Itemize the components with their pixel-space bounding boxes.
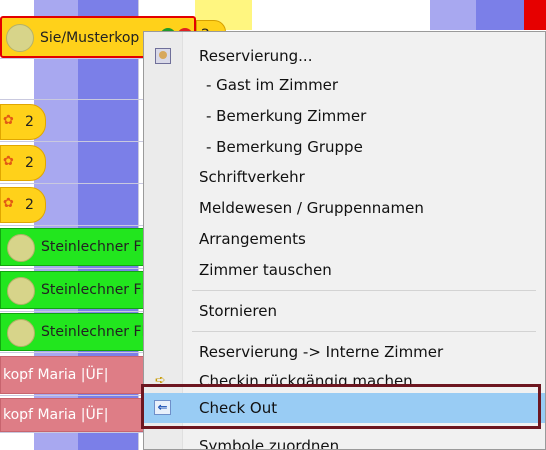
menu-item-remark-room[interactable]: - Bemerkung Zimmer <box>144 101 545 131</box>
booking-bar-red-top[interactable] <box>524 0 546 30</box>
booking-bar-pink[interactable]: kopf Maria |ÜF| <box>0 398 146 432</box>
menu-item-label: - Bemerkung Zimmer <box>206 107 367 125</box>
menu-item-cancel[interactable]: Stornieren <box>144 296 545 326</box>
booking-bar-pink[interactable]: kopf Maria |ÜF| <box>0 356 146 394</box>
menu-item-label: Stornieren <box>199 302 277 320</box>
booking-bar-green[interactable]: Steinlechner Fl <box>0 228 146 266</box>
menu-item-internal-rooms[interactable]: Reservierung -> Interne Zimmer <box>144 337 545 367</box>
menu-item-label: Arrangements <box>199 230 306 248</box>
guest-avatar-icon <box>7 319 35 347</box>
highlight-frame <box>141 384 541 429</box>
group-booking-bar[interactable]: ✿ 2 <box>0 145 46 181</box>
guest-avatar-icon <box>6 24 34 52</box>
booking-bar-green[interactable]: Steinlechner Fl <box>0 313 146 351</box>
menu-item-registration[interactable]: Meldewesen / Gruppennamen <box>144 193 545 223</box>
menu-item-reservation[interactable]: Reservierung... <box>144 41 545 71</box>
booking-bar-green[interactable]: Steinlechner Fl <box>0 271 146 309</box>
grid-column <box>430 0 476 30</box>
grid-column <box>476 0 524 30</box>
group-count: 2 <box>25 114 34 130</box>
menu-separator <box>192 331 536 332</box>
menu-item-undo-checkin[interactable]: ➪ Checkin rückgängig machen <box>144 365 545 385</box>
menu-item-label: Reservierung -> Interne Zimmer <box>199 343 444 361</box>
menu-item-correspondence[interactable]: Schriftverkehr <box>144 162 545 192</box>
menu-item-label: Symbole zuordnen <box>199 437 340 449</box>
flower-icon: ✿ <box>3 196 14 211</box>
booking-label: kopf Maria |ÜF| <box>3 407 109 423</box>
menu-item-label: Reservierung... <box>199 47 313 65</box>
guest-avatar-icon <box>7 234 35 262</box>
flower-icon: ✿ <box>3 154 14 169</box>
flower-icon: ✿ <box>3 113 14 128</box>
menu-item-arrangements[interactable]: Arrangements <box>144 224 545 254</box>
menu-item-label: Checkin rückgängig machen <box>199 372 413 385</box>
group-booking-bar[interactable]: ✿ 2 <box>0 187 46 223</box>
menu-separator <box>192 290 536 291</box>
menu-item-remark-group[interactable]: - Bemerkung Gruppe <box>144 132 545 162</box>
booking-label: Sie/Musterkop <box>40 30 140 46</box>
group-count: 2 <box>25 155 34 171</box>
guest-avatar-icon <box>7 277 35 305</box>
booking-label: kopf Maria |ÜF| <box>3 367 109 383</box>
menu-item-label: Zimmer tauschen <box>199 261 332 279</box>
menu-item-label: - Bemerkung Gruppe <box>206 138 363 156</box>
menu-item-swap-rooms[interactable]: Zimmer tauschen <box>144 255 545 285</box>
booking-label: Steinlechner Fl <box>41 282 146 298</box>
menu-item-assign-symbols[interactable]: Symbole zuordnen <box>144 431 545 449</box>
group-count: 2 <box>25 197 34 213</box>
booking-label: Steinlechner Fl <box>41 324 146 340</box>
menu-item-guest-in-room[interactable]: - Gast im Zimmer <box>144 70 545 100</box>
group-booking-bar[interactable]: ✿ 2 <box>0 104 46 140</box>
booking-label: Steinlechner Fl <box>41 239 146 255</box>
menu-item-label: Schriftverkehr <box>199 168 305 186</box>
reservation-icon <box>155 48 171 64</box>
menu-item-label: - Gast im Zimmer <box>206 76 339 94</box>
menu-item-label: Meldewesen / Gruppennamen <box>199 199 424 217</box>
